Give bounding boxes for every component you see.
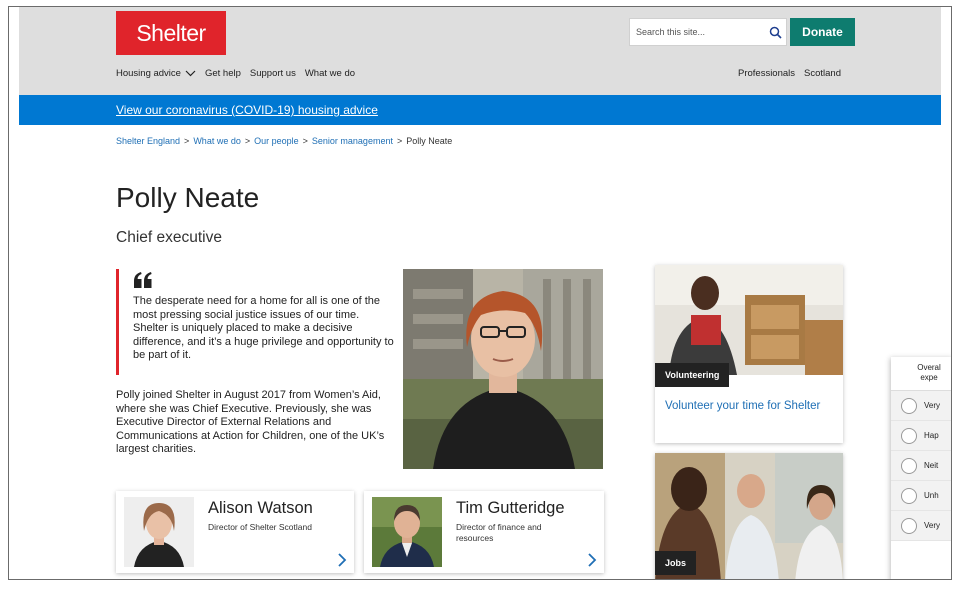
search-input[interactable] (630, 19, 764, 45)
feedback-heading: Overal expe (891, 357, 951, 391)
feedback-option[interactable]: Hap (891, 421, 951, 451)
jobs-card[interactable]: Jobs (655, 453, 843, 579)
search-icon[interactable] (764, 19, 786, 45)
volunteering-card[interactable]: Volunteering Volunteer your time for She… (655, 265, 843, 443)
person-card-alison-watson[interactable]: Alison Watson Director of Shelter Scotla… (116, 491, 354, 573)
breadcrumb-link[interactable]: Shelter England (116, 136, 180, 146)
radio-button[interactable] (901, 397, 917, 414)
radio-button[interactable] (901, 457, 917, 474)
person-card-tim-gutteridge[interactable]: Tim Gutteridge Director of finance and r… (364, 491, 604, 573)
page-title: Polly Neate (116, 182, 260, 213)
quote-text: The desperate need for a home for all is… (133, 295, 394, 361)
breadcrumb-separator: > (184, 136, 190, 146)
nav-support-us[interactable]: Support us (250, 68, 296, 79)
radio-button[interactable] (901, 487, 917, 504)
main-nav: Housing advice Get help Support us What … (116, 68, 355, 79)
radio-button[interactable] (901, 427, 917, 444)
nav-scotland[interactable]: Scotland (804, 68, 841, 79)
chevron-down-icon (185, 70, 196, 77)
radio-button[interactable] (901, 517, 917, 534)
feedback-option-label: Hap (924, 431, 939, 440)
feedback-heading-line: expe (920, 373, 938, 382)
site-header: Shelter Donate Housing advice Get help S… (19, 7, 941, 95)
nav-housing-advice[interactable]: Housing advice (116, 68, 196, 79)
jobs-tag: Jobs (655, 551, 697, 575)
breadcrumb-separator: > (302, 136, 308, 146)
feedback-option-label: Neit (924, 461, 939, 470)
feedback-option[interactable]: Very (891, 391, 951, 421)
chevron-right-icon[interactable] (336, 553, 348, 567)
feedback-widget: Overal expe Very Hap Neit Unh Very (891, 357, 951, 579)
nav-get-help[interactable]: Get help (205, 68, 241, 79)
pull-quote: The desperate need for a home for all is… (116, 269, 396, 375)
portrait-photo (403, 269, 603, 469)
feedback-option[interactable]: Neit (891, 451, 951, 481)
shelter-logo[interactable]: Shelter (116, 11, 226, 55)
volunteering-tag: Volunteering (655, 363, 730, 387)
nav-what-we-do[interactable]: What we do (305, 68, 355, 79)
breadcrumb-link[interactable]: Senior management (312, 136, 393, 146)
feedback-heading-line: Overal (917, 363, 941, 372)
breadcrumb-separator: > (396, 136, 403, 146)
feedback-option[interactable]: Unh (891, 481, 951, 511)
breadcrumb-separator: > (244, 136, 251, 146)
person-name: Tim Gutteridge (456, 499, 565, 517)
breadcrumb-current: Polly Neate (406, 136, 453, 146)
browser-viewport: Shelter Donate Housing advice Get help S… (8, 6, 952, 580)
covid-advice-link[interactable]: View our coronavirus (COVID-19) housing … (116, 103, 378, 117)
bio-text: Polly joined Shelter in August 2017 from… (116, 389, 385, 455)
person-photo (124, 497, 194, 567)
chevron-right-icon[interactable] (586, 553, 598, 567)
person-role: Director of finance and resources (456, 522, 542, 543)
nav-label: Housing advice (116, 68, 181, 79)
page-subtitle: Chief executive (116, 229, 222, 246)
donate-button[interactable]: Donate (790, 18, 855, 46)
nav-professionals[interactable]: Professionals (738, 68, 795, 79)
volunteering-photo (655, 265, 843, 375)
covid-banner: View our coronavirus (COVID-19) housing … (19, 95, 941, 125)
breadcrumb-link[interactable]: What we do (193, 136, 241, 146)
quote-mark-icon (133, 269, 396, 291)
volunteer-link[interactable]: Volunteer your time for Shelter (665, 400, 820, 412)
person-photo (372, 497, 442, 567)
feedback-option-label: Unh (924, 491, 939, 500)
feedback-option-label: Very (924, 401, 941, 410)
feedback-option[interactable]: Very (891, 511, 951, 541)
breadcrumb: Shelter England > What we do > Our peopl… (116, 136, 452, 146)
secondary-nav: Professionals Scotland (738, 68, 841, 79)
breadcrumb-link[interactable]: Our people (254, 136, 299, 146)
person-role: Director of Shelter Scotland (208, 522, 312, 532)
feedback-option-label: Very (924, 521, 941, 530)
search-box (629, 18, 787, 46)
person-name: Alison Watson (208, 499, 313, 517)
